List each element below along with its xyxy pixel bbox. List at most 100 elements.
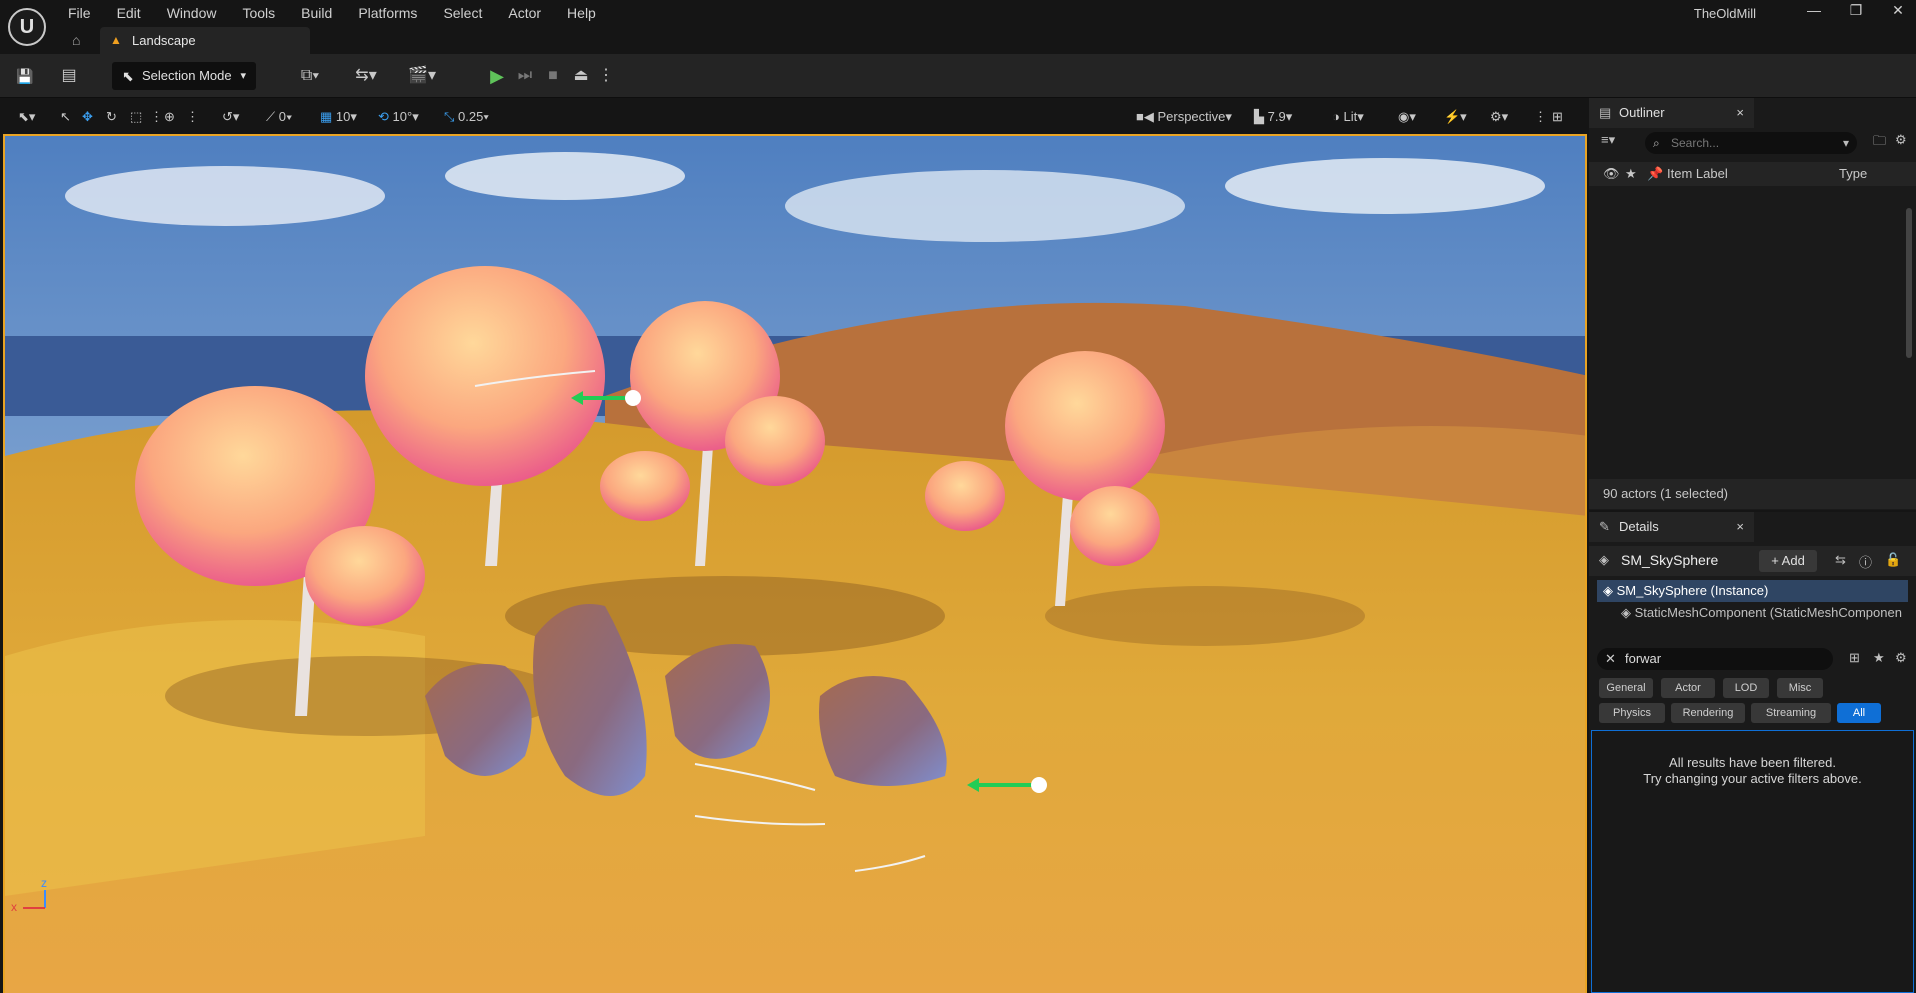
axis-x-line (23, 907, 45, 909)
outliner-scrollbar[interactable] (1906, 208, 1912, 358)
category-lod[interactable]: LOD (1723, 678, 1769, 698)
close-window-button[interactable]: ✕ (1880, 2, 1916, 22)
more-icon[interactable]: ⋮ (150, 107, 163, 127)
category-streaming[interactable]: Streaming (1751, 703, 1831, 723)
empty-state-line2: Try changing your active filters above. (1643, 771, 1862, 786)
details-search-input[interactable]: ✕ forwar (1597, 648, 1833, 670)
item-label-column[interactable]: Item Label (1667, 162, 1728, 186)
lock-icon[interactable]: 🔓 (1885, 552, 1901, 568)
rotate-icon[interactable]: ↻ (106, 107, 117, 127)
realtime-icon[interactable]: ⚡▾ (1444, 107, 1467, 127)
project-name: TheOldMill (1693, 6, 1756, 21)
translate-icon[interactable]: ✥ (82, 107, 93, 127)
close-icon[interactable]: × (1736, 512, 1744, 542)
settings-icon[interactable]: ⚙ (1895, 650, 1907, 666)
scale-snap-button[interactable]: ⤡ 0.25▾ (444, 107, 489, 127)
viewport-settings-icon[interactable]: ⚙▾ (1490, 107, 1508, 127)
close-icon[interactable]: × (1736, 98, 1744, 128)
level-tab-label: Landscape (132, 33, 196, 48)
outliner-search-input[interactable]: ⌕ Search... ▾ (1645, 132, 1857, 154)
menu-platforms[interactable]: Platforms (358, 3, 417, 23)
component-static-mesh-label: StaticMeshComponent (StaticMeshComponen (1634, 605, 1902, 620)
menu-file[interactable]: File (68, 3, 91, 23)
menu-build[interactable]: Build (301, 3, 332, 23)
category-rendering[interactable]: Rendering (1671, 703, 1745, 723)
menu-select[interactable]: Select (443, 3, 482, 23)
add-actor-icon[interactable]: ⧉▾ (290, 62, 330, 90)
eject-icon[interactable]: ⏏ (570, 62, 592, 90)
stop-icon[interactable]: ■ (542, 62, 564, 90)
details-empty-state: All results have been filtered. Try chan… (1591, 730, 1914, 993)
camera-speed-dropdown[interactable]: ▙ 7.9▾ (1254, 107, 1292, 127)
menu-actor[interactable]: Actor (508, 3, 541, 23)
category-actor[interactable]: Actor (1661, 678, 1715, 698)
settings-icon[interactable]: ⚙ (1895, 132, 1907, 148)
pin-column-icon[interactable]: 📌 (1647, 162, 1663, 186)
menu-tools[interactable]: Tools (242, 3, 275, 23)
outliner-panel: ▤ Outliner × ≡▾ ⌕ Search... ▾ 🗀 ⚙ 👁 ★ 📌 … (1589, 98, 1916, 510)
minimize-button[interactable]: — (1796, 2, 1832, 22)
step-forward-icon[interactable]: ⏭ (514, 62, 536, 90)
surface-snap-icon[interactable]: ↺▾ (222, 107, 239, 127)
actor-name[interactable]: SM_SkySphere (1621, 552, 1718, 568)
content-browser-icon[interactable]: ▤ (56, 62, 82, 90)
category-physics[interactable]: Physics (1599, 703, 1665, 723)
component-static-mesh[interactable]: ◈ StaticMeshComponent (StaticMeshCompone… (1597, 602, 1908, 624)
help-icon[interactable]: ⓘ (1859, 552, 1872, 571)
empty-state-line1: All results have been filtered. (1669, 755, 1836, 770)
category-all[interactable]: All (1837, 703, 1881, 723)
scale-icon[interactable]: ⬚ (130, 107, 142, 127)
outliner-tab[interactable]: ▤ Outliner × (1589, 98, 1754, 128)
menu-window[interactable]: Window (167, 3, 217, 23)
title-bar: U File Edit Window Tools Build Platforms Selec… (0, 0, 1916, 54)
perspective-dropdown[interactable]: ■◀ Perspective▾ (1136, 107, 1232, 127)
restore-button[interactable]: ❐ (1838, 2, 1874, 22)
level-viewport[interactable]: ▲Landscape (Editor)▾📂LightingFolder✳Dire… (3, 134, 1587, 993)
save-icon[interactable]: 💾 (12, 62, 38, 90)
blueprint-icon[interactable]: ⇆ (1835, 552, 1846, 568)
menu-help[interactable]: Help (567, 3, 596, 23)
visibility-column-icon[interactable]: 👁 (1603, 162, 1620, 186)
more-icon[interactable]: ⋮ (1534, 107, 1547, 127)
surface-snap-value[interactable]: ⟋ 0▾ (266, 107, 292, 127)
home-icon[interactable]: ⌂ (72, 32, 80, 48)
show-flags-icon[interactable]: ◉▾ (1398, 107, 1416, 127)
component-instance[interactable]: ◈ SM_SkySphere (Instance) (1597, 580, 1908, 602)
play-icon[interactable]: ▶ (486, 62, 508, 90)
chevron-down-icon: ▾ (1842, 136, 1849, 150)
menu-edit[interactable]: Edit (117, 3, 141, 23)
select-tool-icon[interactable]: ⬉▾ (18, 107, 35, 127)
world-local-icon[interactable]: ⊕ (164, 107, 175, 127)
camera-speed-icon: ▙ (1254, 109, 1268, 124)
blueprint-icon[interactable]: ⇆▾ (346, 62, 386, 90)
static-mesh-icon: ◈ (1621, 605, 1635, 620)
more-icon[interactable]: ⋮ (186, 107, 199, 127)
cinematics-icon[interactable]: 🎬▾ (402, 62, 442, 90)
favorite-column-icon[interactable]: ★ (1625, 162, 1637, 186)
level-tab[interactable]: ▲ Landscape (100, 27, 310, 54)
layout-icon[interactable]: ⊞ (1552, 107, 1563, 127)
type-column[interactable]: Type (1839, 162, 1867, 186)
category-general[interactable]: General (1599, 678, 1653, 698)
rotation-snap-button[interactable]: ⟲ 10°▾ (378, 107, 419, 127)
play-options-icon[interactable]: ⋮ (598, 62, 614, 90)
grid-snap-button[interactable]: ▦ 10▾ (320, 107, 357, 127)
new-folder-icon[interactable]: 🗀 (1873, 132, 1886, 154)
add-component-button[interactable]: + Add (1759, 550, 1817, 572)
pointer-icon[interactable]: ↖ (60, 107, 71, 127)
category-misc[interactable]: Misc (1777, 678, 1823, 698)
unreal-logo-icon[interactable]: U (8, 8, 46, 46)
filter-icon[interactable]: ≡▾ (1601, 132, 1615, 148)
viewport-toolbar: ⬉▾ ↖ ✥ ↻ ⬚ ⋮ ⊕ ⋮ ↺▾ ⟋ 0▾ ▦ 10▾ ⟲ 10°▾ ⤡ … (0, 98, 1587, 136)
lit-dropdown[interactable]: ◑ Lit▾ (1332, 107, 1364, 127)
axis-indicator: z x (9, 876, 59, 916)
axis-z-line (44, 890, 46, 908)
favorite-icon[interactable]: ★ (1873, 650, 1885, 666)
clear-icon[interactable]: ✕ (1605, 648, 1616, 670)
lit-icon: ◑ (1332, 109, 1344, 124)
selection-mode-dropdown[interactable]: ⬉ Selection Mode ▾ (112, 62, 256, 90)
table-view-icon[interactable]: ⊞ (1849, 650, 1860, 666)
outliner-icon: ▤ (1599, 105, 1612, 120)
unreal-editor-window: U File Edit Window Tools Build Platforms Selec… (0, 0, 1916, 993)
details-tab[interactable]: ✎ Details × (1589, 512, 1754, 542)
